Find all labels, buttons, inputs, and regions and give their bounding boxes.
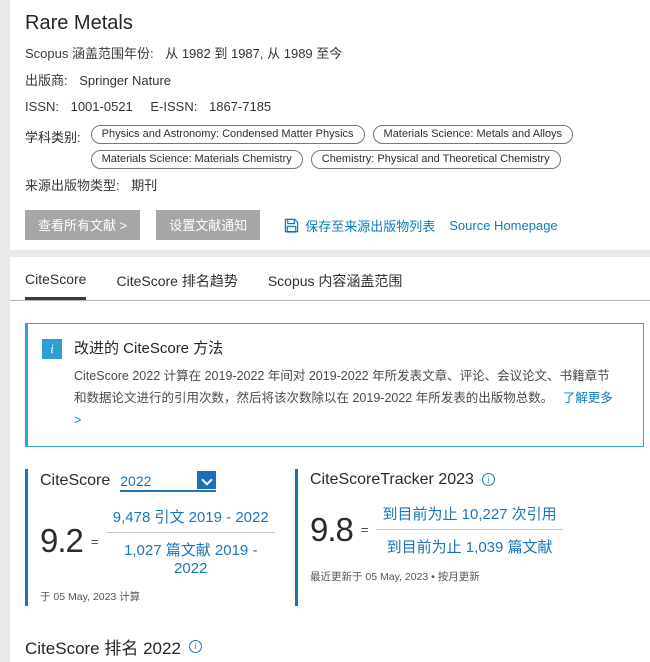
save-to-source-list-label: 保存至来源出版物列表 xyxy=(305,216,435,235)
tracker-denominator: 到目前为止 1,039 篇文献 xyxy=(376,530,562,557)
citescore-card: CiteScore CiteScore 排名趋势 Scopus 内容涵盖范围 i… xyxy=(10,257,650,662)
tracker-panel: CiteScoreTracker 2023 i 9.8 = 到目前为止 10,2… xyxy=(295,469,563,606)
page-title: Rare Metals xyxy=(25,12,635,35)
coverage-value: 从 1982 到 1987, 从 1989 至今 xyxy=(165,46,342,61)
citescore-panel: CiteScore 2022 9.2 = 9,478 引文 2019 - 202… xyxy=(25,469,275,606)
citescore-year-value: 2022 xyxy=(120,473,151,489)
citescore-caption: 于 05 May, 2023 计算 xyxy=(40,589,275,604)
tab-scopus-coverage[interactable]: Scopus 内容涵盖范围 xyxy=(268,271,403,300)
subjects-label: 学科类别: xyxy=(25,125,81,169)
subject-pill-metals-alloys[interactable]: Materials Science: Metals and Alloys xyxy=(373,125,574,144)
citescore-year-select[interactable]: 2022 xyxy=(120,471,216,492)
tracker-value: 9.8 xyxy=(310,511,353,549)
source-type-label: 来源出版物类型: xyxy=(25,178,120,193)
citescore-panel-header: CiteScore 2022 xyxy=(40,471,275,492)
citescore-formula: 9.2 = 9,478 引文 2019 - 2022 1,027 篇文献 201… xyxy=(40,506,275,577)
issn-value: 1001-0521 xyxy=(71,99,133,114)
publisher-label: 出版商: xyxy=(25,73,68,88)
rank-section-title: CiteScore 排名 2022 xyxy=(25,634,181,659)
subjects-line: 学科类别: Physics and Astronomy: Condensed M… xyxy=(25,125,635,169)
tracker-panel-header: CiteScoreTracker 2023 i xyxy=(310,471,563,489)
tracker-caption: 最近更新于 05 May, 2023 • 按月更新 xyxy=(310,569,563,584)
subject-pill-materials-chemistry[interactable]: Materials Science: Materials Chemistry xyxy=(91,150,303,169)
source-homepage-link[interactable]: Source Homepage xyxy=(449,218,557,233)
tracker-numerator: 到目前为止 10,227 次引用 xyxy=(376,503,562,530)
save-to-source-list-link[interactable]: 保存至来源出版物列表 xyxy=(284,216,435,235)
tracker-formula: 9.8 = 到目前为止 10,227 次引用 到目前为止 1,039 篇文献 xyxy=(310,503,563,557)
publisher-value: Springer Nature xyxy=(79,73,171,88)
equals-sign: = xyxy=(91,534,99,549)
citescore-label: CiteScore xyxy=(40,472,110,490)
rank-info-icon[interactable]: i xyxy=(189,640,202,653)
tracker-label: CiteScoreTracker 2023 xyxy=(310,471,474,489)
source-header-card: Rare Metals Scopus 涵盖范围年份: 从 1982 到 1987… xyxy=(10,0,650,250)
tab-citescore[interactable]: CiteScore xyxy=(25,271,86,300)
set-document-alert-button[interactable]: 设置文献通知 xyxy=(156,210,260,240)
page: Rare Metals Scopus 涵盖范围年份: 从 1982 到 1987… xyxy=(0,0,650,662)
subject-pill-physical-chemistry[interactable]: Chemistry: Physical and Theoretical Chem… xyxy=(311,150,561,169)
info-icon: i xyxy=(42,339,62,359)
chevron-down-icon[interactable] xyxy=(197,471,216,489)
subject-pill-condensed-matter[interactable]: Physics and Astronomy: Condensed Matter … xyxy=(91,125,365,144)
infobox-title: 改进的 CiteScore 方法 xyxy=(74,337,614,358)
issn-line: ISSN: 1001-0521 E-ISSN: 1867-7185 xyxy=(25,98,635,116)
tab-bar: CiteScore CiteScore 排名趋势 Scopus 内容涵盖范围 xyxy=(10,257,650,301)
rank-title-row: CiteScore 排名 2022 i xyxy=(25,634,650,659)
source-type-line: 来源出版物类型: 期刊 xyxy=(25,177,635,195)
citescore-denominator: 1,027 篇文献 2019 - 2022 xyxy=(106,533,275,577)
eissn-value: 1867-7185 xyxy=(209,99,271,114)
issn-label: ISSN: xyxy=(25,99,59,114)
coverage-label: Scopus 涵盖范围年份: xyxy=(25,46,154,61)
save-icon xyxy=(284,218,299,233)
infobox-body: CiteScore 2022 计算在 2019-2022 年间对 2019-20… xyxy=(74,366,614,432)
infobox-body-text: CiteScore 2022 计算在 2019-2022 年间对 2019-20… xyxy=(74,369,610,405)
citescore-value: 9.2 xyxy=(40,522,83,560)
coverage-line: Scopus 涵盖范围年份: 从 1982 到 1987, 从 1989 至今 xyxy=(25,45,635,63)
tracker-info-icon[interactable]: i xyxy=(482,473,495,486)
equals-sign: = xyxy=(361,522,369,537)
citescore-method-infobox: i 改进的 CiteScore 方法 CiteScore 2022 计算在 20… xyxy=(25,323,644,447)
citescore-numerator: 9,478 引文 2019 - 2022 xyxy=(106,506,275,533)
header-actions: 查看所有文献 > 设置文献通知 保存至来源出版物列表 Source Homepa… xyxy=(25,210,635,240)
view-all-documents-button[interactable]: 查看所有文献 > xyxy=(25,210,140,240)
citescore-panels: CiteScore 2022 9.2 = 9,478 引文 2019 - 202… xyxy=(25,469,650,606)
eissn-label: E-ISSN: xyxy=(150,99,197,114)
publisher-line: 出版商: Springer Nature xyxy=(25,72,635,90)
tab-rank-trend[interactable]: CiteScore 排名趋势 xyxy=(116,271,237,300)
source-type-value: 期刊 xyxy=(131,178,157,193)
